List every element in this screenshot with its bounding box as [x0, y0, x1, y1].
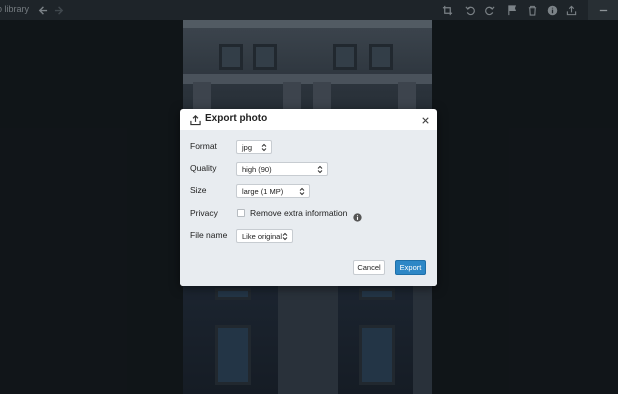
dialog-body: Format jpg Quality high (90) Size large … — [180, 130, 437, 286]
size-label: Size — [190, 185, 207, 195]
format-select[interactable]: jpg — [236, 140, 272, 154]
format-value: jpg — [242, 142, 253, 152]
quality-value: high (90) — [242, 164, 272, 174]
close-icon[interactable] — [420, 113, 431, 124]
cancel-button[interactable]: Cancel — [353, 260, 385, 275]
chevron-updown-icon — [282, 232, 288, 241]
file-name-value: Like original — [242, 231, 283, 241]
chevron-updown-icon — [261, 143, 267, 152]
privacy-label: Privacy — [190, 208, 218, 218]
remove-extra-info-label[interactable]: Remove extra information — [250, 208, 347, 218]
chevron-updown-icon — [317, 165, 323, 174]
quality-select[interactable]: high (90) — [236, 162, 328, 176]
dialog-header: Export photo — [180, 109, 437, 130]
file-name-label: File name — [190, 230, 228, 240]
info-icon[interactable] — [353, 209, 362, 222]
dialog-title: Export photo — [205, 113, 268, 124]
export-photo-dialog: Export photo Format jpg Quality high (90… — [180, 109, 437, 286]
file-name-select[interactable]: Like original — [236, 229, 293, 243]
remove-extra-info-checkbox[interactable] — [237, 209, 245, 217]
format-label: Format — [190, 141, 217, 151]
export-button[interactable]: Export — [395, 260, 426, 275]
size-value: large (1 MP) — [242, 186, 284, 196]
export-icon — [190, 113, 201, 126]
chevron-updown-icon — [299, 187, 305, 196]
quality-label: Quality — [190, 163, 217, 173]
size-select[interactable]: large (1 MP) — [236, 184, 310, 198]
